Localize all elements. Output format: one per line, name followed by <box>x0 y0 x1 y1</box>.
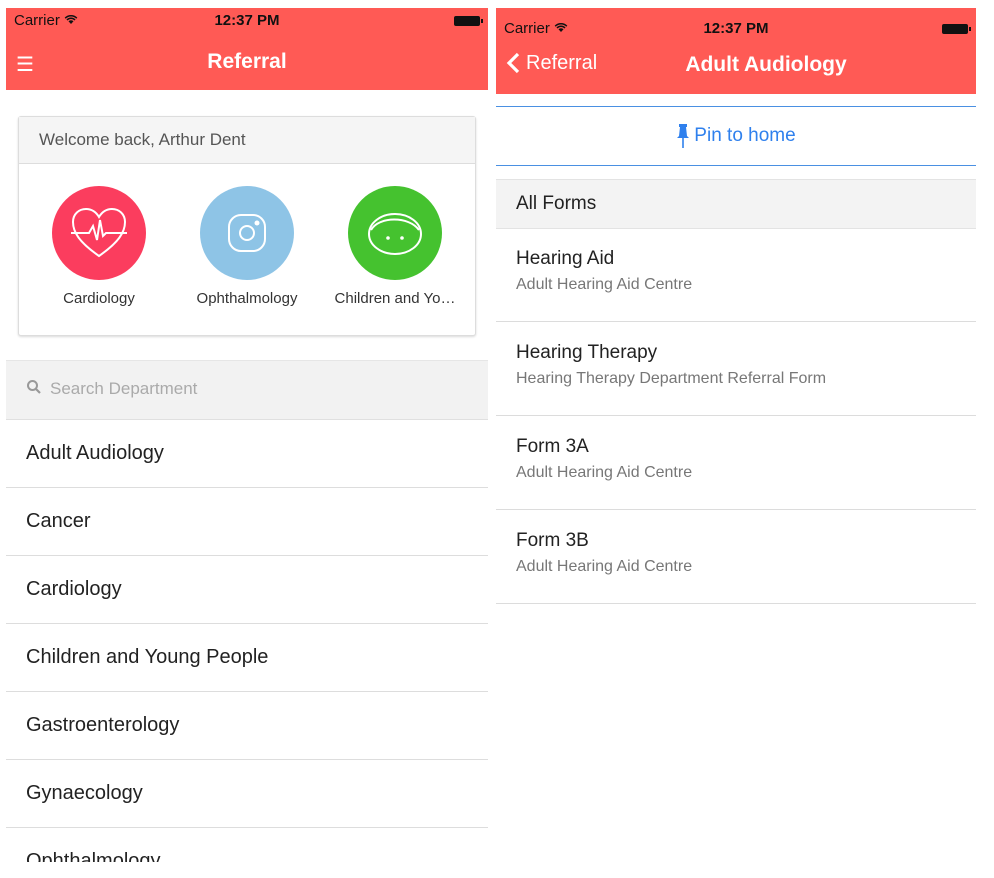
favorite-ophthalmology[interactable]: Ophthalmology <box>173 186 321 307</box>
pin-icon <box>677 124 690 148</box>
adult-audiology-screen: Carrier 12:37 PM Referral Adult Audiolog… <box>496 8 976 868</box>
favorite-children[interactable]: Children and Yo… <box>321 186 469 307</box>
form-title: Form 3B <box>516 530 589 551</box>
search-input[interactable]: Search Department <box>50 379 197 399</box>
welcome-message: Welcome back, Arthur Dent <box>19 117 475 164</box>
referral-screen: Carrier 12:37 PM ☰ Referral Welcome back… <box>6 8 488 862</box>
section-header: All Forms <box>496 179 976 229</box>
list-item[interactable]: Hearing Therapy Hearing Therapy Departme… <box>496 322 976 416</box>
nav-bar: Carrier 12:37 PM ☰ Referral <box>6 8 488 90</box>
pin-to-home-button[interactable]: Pin to home <box>496 106 976 166</box>
list-item[interactable]: Cancer <box>6 488 488 556</box>
list-item[interactable]: Adult Audiology <box>6 420 488 488</box>
welcome-card: Welcome back, Arthur Dent Cardiology Oph… <box>18 116 476 336</box>
list-item[interactable]: Gynaecology <box>6 760 488 828</box>
favorite-label: Children and Yo… <box>334 290 456 307</box>
form-subtitle: Hearing Therapy Department Referral Form <box>516 370 827 387</box>
nav-bar: Carrier 12:37 PM Referral Adult Audiolog… <box>496 8 976 94</box>
list-item[interactable]: Children and Young People <box>6 624 488 692</box>
clock: 12:37 PM <box>214 12 280 29</box>
form-subtitle: Adult Hearing Aid Centre <box>516 276 693 293</box>
list-item[interactable]: Gastroenterology <box>6 692 488 760</box>
battery-icon <box>454 16 483 26</box>
status-bar: Carrier 12:37 PM <box>496 16 976 42</box>
chevron-left-icon <box>506 52 520 75</box>
form-subtitle: Adult Hearing Aid Centre <box>516 558 693 575</box>
pin-label: Pin to home <box>694 125 796 146</box>
list-item[interactable]: Ophthalmology <box>6 828 488 862</box>
page-title: Adult Audiology <box>685 53 847 76</box>
favorite-label: Ophthalmology <box>196 290 298 307</box>
favorite-label: Cardiology <box>63 290 135 307</box>
form-list: Hearing Aid Adult Hearing Aid Centre Hea… <box>496 228 976 604</box>
list-item[interactable]: Cardiology <box>6 556 488 624</box>
department-list: Adult Audiology Cancer Cardiology Childr… <box>6 420 488 862</box>
favorite-cardiology[interactable]: Cardiology <box>25 186 173 307</box>
search-icon <box>26 379 42 400</box>
battery-icon <box>942 24 971 34</box>
status-bar: Carrier 12:37 PM <box>6 8 488 34</box>
search-bar[interactable]: Search Department <box>6 360 488 420</box>
page-title: Referral <box>207 50 287 73</box>
list-item[interactable]: Form 3A Adult Hearing Aid Centre <box>496 416 976 510</box>
heart-pulse-icon <box>52 186 146 280</box>
form-title: Hearing Therapy <box>516 342 658 363</box>
favorites-row: Cardiology Ophthalmology Children and Yo… <box>19 164 475 334</box>
form-title: Hearing Aid <box>516 248 615 269</box>
child-face-icon <box>348 186 442 280</box>
clock: 12:37 PM <box>703 20 769 37</box>
list-item[interactable]: Form 3B Adult Hearing Aid Centre <box>496 510 976 604</box>
form-title: Form 3A <box>516 436 589 457</box>
form-subtitle: Adult Hearing Aid Centre <box>516 464 693 481</box>
camera-lens-icon <box>200 186 294 280</box>
list-item[interactable]: Hearing Aid Adult Hearing Aid Centre <box>496 228 976 322</box>
